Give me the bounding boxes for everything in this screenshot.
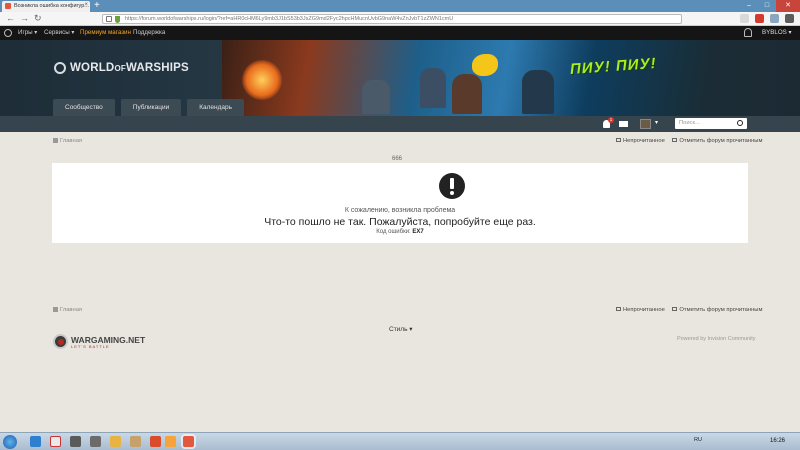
banner-character xyxy=(420,68,446,108)
banner-slogan: ПИУ! ПИУ! xyxy=(569,54,658,79)
steam-icon[interactable] xyxy=(70,436,81,447)
download-icon[interactable] xyxy=(770,14,779,23)
home-icon xyxy=(53,138,58,143)
close-window-button[interactable]: ✕ xyxy=(776,0,800,12)
powered-by[interactable]: Powered by Invision Community xyxy=(677,336,756,342)
gamepad-icon[interactable] xyxy=(90,436,101,447)
skype-icon[interactable] xyxy=(30,436,41,447)
menu-icon[interactable] xyxy=(785,14,794,23)
tab-title: Возникла ошибка конфигур... xyxy=(14,3,89,9)
browser-navbar: ← → ↻ https://forum.worldofwarships.ru/l… xyxy=(0,12,800,26)
error-code-value: EX7 xyxy=(412,229,424,235)
error-code-line: Код ошибки: EX7 xyxy=(52,229,748,235)
footer-mark-read-link[interactable]: Отметить форум прочитанным xyxy=(679,307,762,313)
breadcrumb: Главная xyxy=(53,138,82,144)
support-link[interactable]: Поддержка xyxy=(133,26,165,40)
error-code-top: 666 xyxy=(392,156,403,162)
tab-close-icon[interactable]: × xyxy=(84,2,88,8)
check-icon xyxy=(672,138,678,143)
unread-icon xyxy=(616,307,621,312)
world-of-warships-logo[interactable]: WORLDOFWARSHIPS xyxy=(54,62,189,74)
browser-tab[interactable]: Возникла ошибка конфигур... × xyxy=(2,1,90,12)
window-controls: – □ ✕ xyxy=(740,0,800,12)
browser-tabbar: Возникла ошибка конфигур... × + – □ ✕ xyxy=(0,0,800,12)
site-favicon-icon xyxy=(5,3,11,9)
forum-nav-tabs: Сообщество Публикации Календарь xyxy=(53,99,245,116)
minimize-button[interactable]: – xyxy=(740,0,758,12)
bookmark-icon[interactable] xyxy=(740,14,749,23)
new-tab-button[interactable]: + xyxy=(94,0,100,11)
url-text: https://forum.worldofwarships.ru/login/?… xyxy=(125,16,454,22)
home-icon xyxy=(53,307,58,312)
maximize-button[interactable]: □ xyxy=(758,0,776,12)
back-button[interactable]: ← xyxy=(6,13,15,24)
tab-calendar[interactable]: Календарь xyxy=(187,99,245,116)
premium-shop-link[interactable]: Премиум магазин xyxy=(80,26,131,40)
forward-button[interactable]: → xyxy=(20,13,29,24)
addon-icon[interactable] xyxy=(755,14,764,23)
banner-character xyxy=(362,80,390,114)
avatar[interactable] xyxy=(640,119,651,129)
search-placeholder: Поиск... xyxy=(679,120,700,126)
footer-breadcrumb: Главная xyxy=(53,307,82,313)
firefox-icon[interactable] xyxy=(165,436,176,447)
logo-world: WORLD xyxy=(70,62,115,74)
os-taskbar: RU 16:26 xyxy=(0,432,800,450)
logo-of: OF xyxy=(114,64,126,73)
lock-icon xyxy=(106,16,112,22)
search-input[interactable]: Поиск... xyxy=(675,118,747,129)
folder-icon[interactable] xyxy=(110,436,121,447)
wargaming-tagline: LET'S BATTLE xyxy=(71,344,110,349)
footer-breadcrumb-home[interactable]: Главная xyxy=(60,307,82,313)
banner-character xyxy=(452,74,482,114)
warships-emblem-icon xyxy=(54,62,66,74)
games-menu[interactable]: Игры ▾ xyxy=(18,26,37,40)
unread-icon xyxy=(616,138,621,143)
reload-button[interactable]: ↻ xyxy=(34,13,42,24)
notifications-icon[interactable] xyxy=(744,28,752,37)
check-icon xyxy=(672,307,678,312)
logo-warships: WARSHIPS xyxy=(125,62,189,74)
language-indicator[interactable]: RU xyxy=(694,437,702,443)
banner-character xyxy=(522,70,554,114)
error-message: Что-то пошло не так. Пожалуйста, попробу… xyxy=(264,216,536,228)
site-topbar: Игры ▾ Сервисы ▾ Премиум магазин Поддерж… xyxy=(0,26,800,40)
breadcrumb-home[interactable]: Главная xyxy=(60,138,82,144)
style-selector[interactable]: Стиль ▾ xyxy=(389,325,413,333)
browser-toolbar-icons xyxy=(740,14,794,23)
shield-icon xyxy=(115,16,120,23)
tab-publications[interactable]: Публикации xyxy=(120,99,182,116)
error-sorry-text: К сожалению, возникла проблема xyxy=(344,207,456,214)
notification-badge: 1 xyxy=(608,117,614,123)
search-icon[interactable] xyxy=(737,120,743,126)
user-menu[interactable]: BYBLOS ▾ xyxy=(762,26,792,40)
banner-explosion xyxy=(242,60,282,100)
yandex-icon[interactable] xyxy=(50,436,61,447)
header-banner: ПИУ! ПИУ! xyxy=(222,40,708,116)
footer-unread-link[interactable]: Непрочитанное xyxy=(623,307,665,313)
error-code-label: Код ошибки: xyxy=(376,229,411,235)
app-icon[interactable] xyxy=(130,436,141,447)
wargaming-icon[interactable] xyxy=(4,29,12,37)
error-panel: К сожалению, возникла проблема Что-то по… xyxy=(52,163,748,243)
start-button[interactable] xyxy=(3,435,17,449)
breadcrumb-actions: Непрочитанное Отметить форум прочитанным xyxy=(610,138,762,144)
opera-icon[interactable] xyxy=(150,436,161,447)
unread-link[interactable]: Непрочитанное xyxy=(623,138,665,144)
services-menu[interactable]: Сервисы ▾ xyxy=(44,26,74,40)
footer-breadcrumb-actions: Непрочитанное Отметить форум прочитанным xyxy=(610,307,762,313)
mark-read-link[interactable]: Отметить форум прочитанным xyxy=(679,138,762,144)
firefox-active-icon[interactable] xyxy=(183,436,194,447)
tab-community[interactable]: Сообщество xyxy=(53,99,115,116)
clock[interactable]: 16:26 xyxy=(770,438,785,444)
banner-fish xyxy=(472,54,498,76)
user-strip: 1 ▾ Поиск... xyxy=(0,116,800,132)
envelope-icon[interactable] xyxy=(619,121,628,127)
wargaming-emblem-icon xyxy=(53,334,68,349)
exclamation-icon xyxy=(439,173,465,199)
chevron-down-icon[interactable]: ▾ xyxy=(655,119,658,126)
url-bar[interactable]: https://forum.worldofwarships.ru/login/?… xyxy=(102,14,682,24)
